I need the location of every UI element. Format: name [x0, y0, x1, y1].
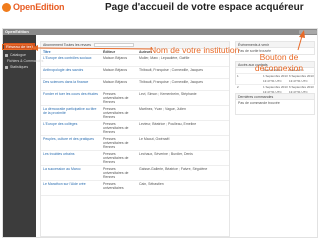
- row-authors: Muller, Marc ; Lepaulière, Gaëlle: [139, 56, 190, 60]
- institution-highlight-box: [2, 44, 32, 50]
- table-row[interactable]: L'Europe des collèges Presses universitai…: [41, 121, 229, 136]
- table-row[interactable]: Fonder et tuer les cours des études Press…: [41, 91, 229, 106]
- row-publisher: Presses universitaires de Rennes: [103, 152, 129, 164]
- row-publisher: Presses universitaires de Rennes: [103, 167, 129, 179]
- row-authors: Gaisse-Gallerie, Béatrice ; Faivre, Ségo…: [139, 167, 208, 171]
- sidebar-item-label: Statistiques: [10, 65, 29, 69]
- table-row[interactable]: Le Marathon sur l'Aide crée Presses unive…: [41, 181, 229, 196]
- sidebar-item-label: Fichiers & Commandes: [7, 59, 44, 63]
- contracts-cell: 1: [237, 74, 239, 78]
- row-title[interactable]: L'Europe des collèges: [41, 121, 101, 135]
- row-authors: Levi, Simon ; Kemenheim, Stéphanie: [139, 92, 197, 96]
- table-row[interactable]: Peuples, culture et des pratiques Presses…: [41, 136, 229, 151]
- row-publisher: Presses universitaires de Rennes: [103, 92, 129, 104]
- orders-body: Pas de commande trouvée: [238, 101, 280, 105]
- contracts-row: 1 1 Septembre 2013 13:47:51 UTC 6 Septem…: [236, 74, 314, 85]
- row-title[interactable]: Anthropologie des savoirs: [41, 67, 101, 78]
- sidebar: Réseau de test Catalogue Fichiers & Comm…: [3, 35, 43, 237]
- annotation-logout-button: Bouton de déconnexion: [244, 52, 314, 74]
- contracts-cell: 6 Septembre 2013 13:47:51 UTC: [289, 74, 314, 83]
- arrow-to-logout-icon: [297, 30, 305, 51]
- row-title[interactable]: Fonder et tuer les cours des études: [41, 91, 101, 105]
- logo-text: OpenEdition: [13, 2, 65, 12]
- arrow-to-institution-icon: [32, 45, 153, 51]
- row-publisher: Presses universitaires de Rennes: [103, 137, 129, 149]
- annotation-institution-name: Nom de votre institution: [150, 45, 240, 55]
- row-title[interactable]: Peuples, culture et des pratiques: [41, 136, 101, 150]
- row-authors: Levieur, Béatrice ; Poulleau, Emeline: [139, 122, 197, 126]
- row-title[interactable]: L'Europe des contrôles sociaux: [41, 55, 101, 66]
- row-title[interactable]: Des sciences dans la finance: [41, 79, 101, 90]
- openedition-logo: OpenEdition: [2, 2, 64, 12]
- annotation-logout-line2: déconnexion: [254, 63, 304, 73]
- stats-icon: [5, 65, 8, 69]
- row-publisher: Maison Béjaros: [103, 56, 128, 60]
- row-publisher: Presses universitaires de Rennes: [103, 122, 129, 134]
- row-title[interactable]: Le Marathon sur l'Aide crée: [41, 181, 101, 195]
- table-row[interactable]: Les troubles urbains Presses universitair…: [41, 151, 229, 166]
- logo-mark-icon: [2, 2, 11, 12]
- row-authors: Martinez, Yvan ; Vague, Julien: [139, 107, 186, 111]
- row-authors: Thibault, Françoise ; Cornewille, Jacque…: [139, 80, 204, 84]
- row-title[interactable]: La démocratie participative au titre de …: [41, 106, 101, 120]
- table-row[interactable]: La démocratie participative au titre de …: [41, 106, 229, 121]
- catalogue-icon: [5, 53, 8, 57]
- row-authors: Lechaux, Séverine ; Burdier, Denis: [139, 152, 193, 156]
- row-publisher: Presses universitaires de Rennes: [103, 107, 129, 119]
- table-row[interactable]: Des sciences dans la finance Maison Béjar…: [41, 79, 229, 91]
- row-publisher: Maison Béjaros: [103, 80, 128, 84]
- app-topbar: OpenEdition: [3, 29, 317, 35]
- row-publisher: Presses universitaires: [103, 182, 124, 190]
- subscription-panel: Abonnement Toutes les revues Titre Édite…: [40, 41, 230, 237]
- row-authors: Cain, Sébastien: [139, 182, 164, 186]
- table-row[interactable]: La succession au Maroc Presses universita…: [41, 166, 229, 181]
- orders-panel: Dernières commandes Pas de commande trou…: [235, 93, 315, 115]
- row-publisher: Maison Béjaros: [103, 68, 128, 72]
- table-row[interactable]: L'Europe des contrôles sociaux Maison Béj…: [41, 55, 229, 67]
- table-row[interactable]: Anthropologie des savoirs Maison Béjaros T…: [41, 67, 229, 79]
- row-authors: Le Maout, Gwénaël: [139, 137, 170, 141]
- contracts-cell: 1 Septembre 2013 13:47:51 UTC: [263, 74, 288, 83]
- row-authors: Thibault, Françoise ; Cornewille, Jacque…: [139, 68, 204, 72]
- page-title: Page d'accueil de votre espace acquéreur: [105, 2, 304, 13]
- sidebar-item-stats[interactable]: Statistiques: [3, 64, 36, 70]
- annotation-logout-line1: Bouton de: [259, 52, 299, 62]
- row-title[interactable]: La succession au Maroc: [41, 166, 101, 180]
- row-title[interactable]: Les troubles urbains: [41, 151, 101, 165]
- sidebar-item-label: Catalogue: [10, 53, 26, 57]
